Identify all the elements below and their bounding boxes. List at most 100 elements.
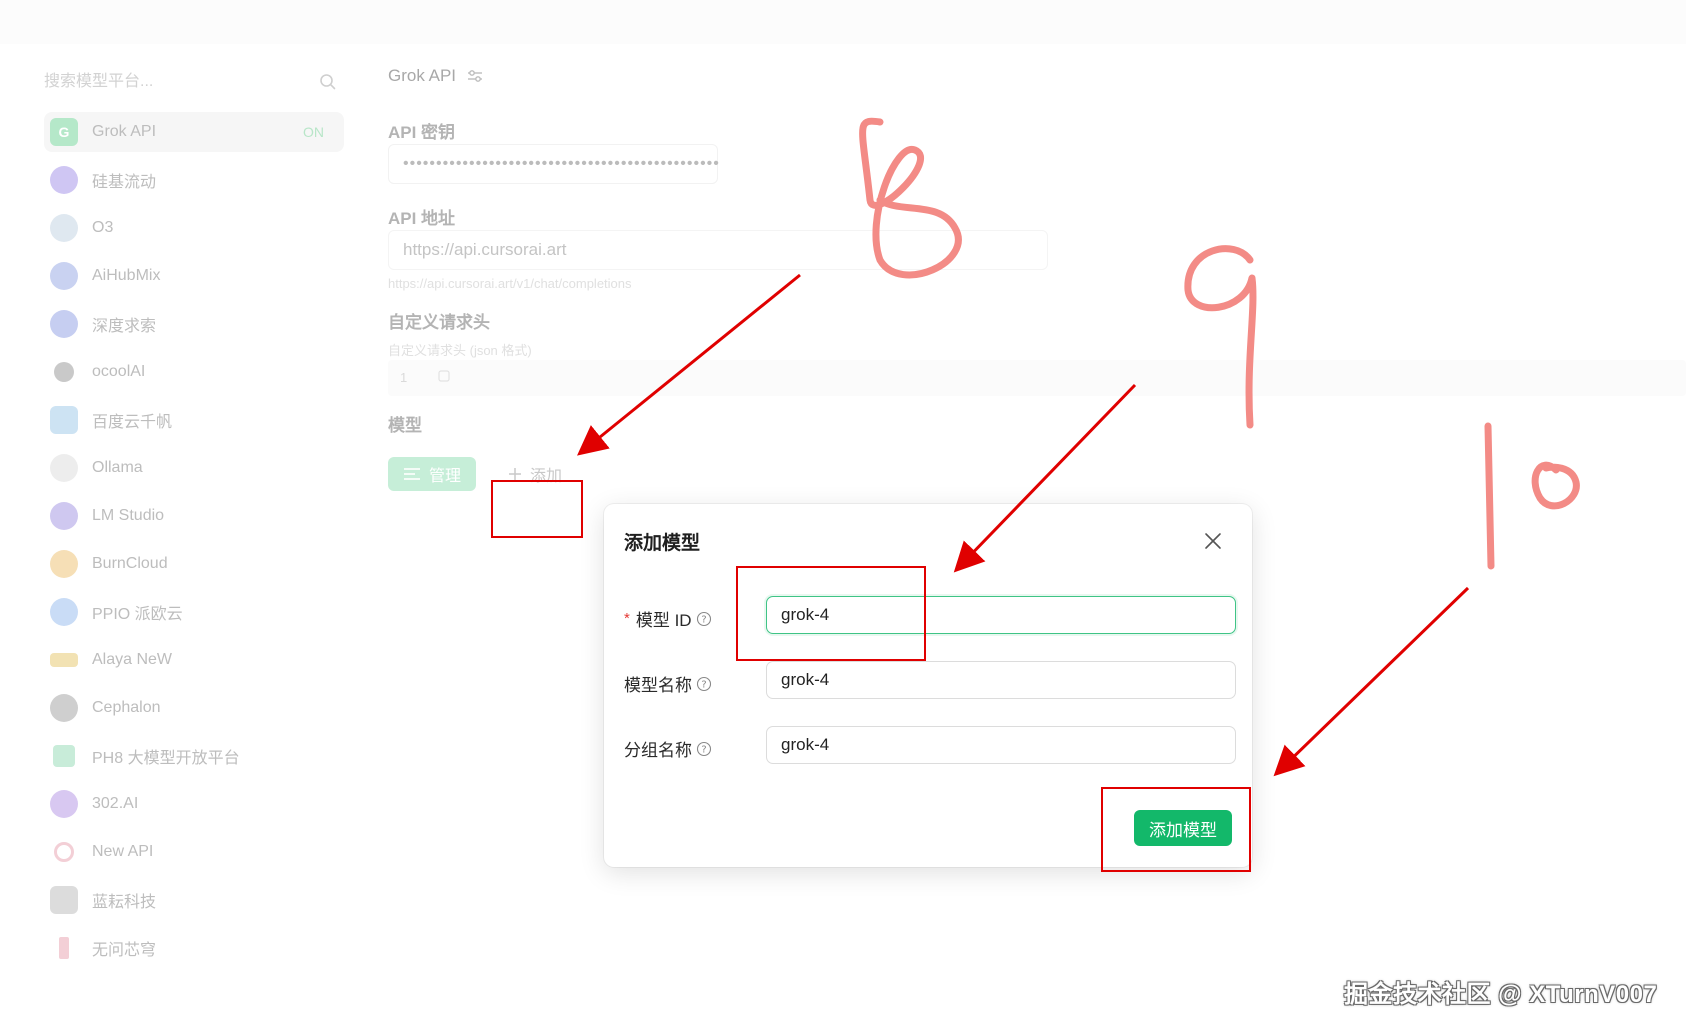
sidebar-item-label: Ollama	[92, 459, 143, 476]
manage-models-label: 管理	[428, 468, 461, 485]
sidebar-item-label: 无问芯穹	[92, 942, 157, 959]
api-url-label: API 地址	[388, 209, 456, 228]
model-id-label: * 模型 ID ?	[624, 606, 712, 631]
add-model-label: 添加	[529, 468, 562, 485]
submit-add-model-button[interactable]: 添加模型	[1134, 810, 1232, 846]
sidebar-item-ph8[interactable]: PH8 大模型开放平台	[44, 736, 344, 776]
api-url-input[interactable]: https://api.cursorai.art	[388, 230, 1048, 270]
question-circle-icon[interactable]: ?	[696, 676, 712, 692]
sidebar-item-aihubmix[interactable]: AiHubMix	[44, 256, 344, 296]
sidebar-item-ocoolai[interactable]: ocoolAI	[44, 352, 344, 392]
provider-sidebar: G Grok API ON 硅基流动 O3 AiHubMix 深度求索	[0, 44, 360, 1031]
grok-logo-icon: G	[50, 118, 78, 146]
line-number: 1	[400, 370, 408, 385]
aihubmix-logo-icon	[50, 262, 78, 290]
sidebar-item-newapi[interactable]: New API	[44, 832, 344, 872]
sidebar-item-label: 深度求索	[92, 318, 157, 335]
svg-text:?: ?	[701, 744, 706, 755]
api-key-input[interactable]: ••••••••••••••••••••••••••••••••••••••••…	[388, 144, 719, 184]
sidebar-item-label: 百度云千帆	[92, 414, 173, 431]
group-name-input[interactable]	[766, 726, 1236, 764]
group-name-label: 分组名称 ?	[624, 736, 712, 761]
group-name-label-text: 分组名称	[624, 741, 692, 760]
sidebar-item-ollama[interactable]: Ollama	[44, 448, 344, 488]
status-badge: ON	[303, 124, 324, 140]
sidebar-item-label: 302.AI	[92, 795, 139, 812]
burncloud-logo-icon	[50, 550, 78, 578]
o3-logo-icon	[50, 214, 78, 242]
sidebar-item-label: AiHubMix	[92, 267, 161, 284]
settings-sliders-icon[interactable]	[466, 67, 484, 85]
alaya-logo-icon	[50, 653, 78, 667]
sidebar-item-label: Alaya NeW	[92, 651, 173, 668]
list-icon	[403, 468, 420, 480]
sidebar-item-label: Cephalon	[92, 699, 161, 716]
sidebar-item-alaya[interactable]: Alaya NeW	[44, 640, 344, 680]
question-circle-icon[interactable]: ?	[696, 611, 712, 627]
dialog-title: 添加模型	[624, 533, 701, 554]
api-key-label: API 密钥	[388, 123, 456, 142]
sidebar-item-baidu-qianfan[interactable]: 百度云千帆	[44, 400, 344, 440]
sidebar-item-deepseek[interactable]: 深度求索	[44, 304, 344, 344]
sidebar-item-label: Grok API	[92, 123, 157, 140]
model-name-label: 模型名称 ?	[624, 671, 712, 696]
api-url-hint: https://api.cursorai.art/v1/chat/complet…	[388, 276, 632, 291]
sidebar-item-lmstudio[interactable]: LM Studio	[44, 496, 344, 536]
ocoolai-logo-icon	[54, 362, 74, 382]
ph8-logo-icon	[53, 745, 75, 767]
siliconflow-logo-icon	[50, 166, 78, 194]
sidebar-item-label: 蓝耘科技	[92, 894, 157, 911]
page-title-text: Grok API	[388, 66, 457, 85]
sidebar-item-o3[interactable]: O3	[44, 208, 344, 248]
sidebar-item-burncloud[interactable]: BurnCloud	[44, 544, 344, 584]
lanyun-logo-icon	[50, 886, 78, 914]
ppio-logo-icon	[50, 598, 78, 626]
top-bar	[0, 0, 1686, 44]
search-box	[44, 64, 344, 100]
sidebar-item-302ai[interactable]: 302.AI	[44, 784, 344, 824]
svg-text:?: ?	[701, 614, 706, 625]
sidebar-item-label: 硅基流动	[92, 174, 157, 191]
newapi-logo-icon	[54, 842, 74, 862]
deepseek-logo-icon	[50, 310, 78, 338]
sidebar-item-label: LM Studio	[92, 507, 165, 524]
sidebar-item-cephalon[interactable]: Cephalon	[44, 688, 344, 728]
sidebar-item-label: BurnCloud	[92, 555, 168, 572]
models-label: 模型	[388, 416, 422, 435]
custom-headers-hint: 自定义请求头 (json 格式)	[388, 343, 532, 358]
manage-models-button[interactable]: 管理	[388, 457, 476, 491]
sidebar-item-label: ocoolAI	[92, 363, 146, 380]
watermark: 掘金技术社区 @ XTurnV007	[1344, 981, 1658, 1008]
302ai-logo-icon	[50, 790, 78, 818]
sidebar-item-ppio[interactable]: PPIO 派欧云	[44, 592, 344, 632]
model-name-input[interactable]	[766, 661, 1236, 699]
page-title: Grok API	[388, 66, 484, 86]
search-icon[interactable]	[318, 72, 338, 92]
sidebar-item-label: O3	[92, 219, 114, 236]
model-name-label-text: 模型名称	[624, 676, 692, 695]
model-id-row: * 模型 ID ?	[624, 596, 1236, 636]
add-model-dialog: 添加模型 * 模型 ID ? 模型名称 ?	[604, 504, 1252, 867]
lmstudio-logo-icon	[50, 502, 78, 530]
group-name-row: 分组名称 ?	[624, 726, 1236, 766]
sidebar-item-label: New API	[92, 843, 154, 860]
copy-icon[interactable]	[436, 368, 452, 384]
cephalon-logo-icon	[50, 694, 78, 722]
add-model-button[interactable]: 添加	[500, 457, 570, 491]
close-icon[interactable]	[1202, 530, 1224, 552]
sidebar-item-infini[interactable]: 无问芯穹	[44, 928, 344, 968]
question-circle-icon[interactable]: ?	[696, 741, 712, 757]
model-name-row: 模型名称 ?	[624, 661, 1236, 701]
sidebar-item-lanyun[interactable]: 蓝耘科技	[44, 880, 344, 920]
sidebar-item-label: PH8 大模型开放平台	[92, 750, 240, 767]
custom-headers-editor[interactable]: 1	[388, 360, 1686, 396]
model-id-input[interactable]	[766, 596, 1236, 634]
required-mark: *	[624, 610, 630, 627]
sidebar-item-grok-api[interactable]: G Grok API ON	[44, 112, 344, 152]
provider-search-input[interactable]	[44, 64, 304, 100]
custom-headers-label: 自定义请求头	[388, 313, 490, 332]
app-window: G Grok API ON 硅基流动 O3 AiHubMix 深度求索	[0, 0, 1686, 1031]
ollama-logo-icon	[50, 454, 78, 482]
plus-icon	[508, 468, 521, 480]
sidebar-item-siliconflow[interactable]: 硅基流动	[44, 160, 344, 200]
